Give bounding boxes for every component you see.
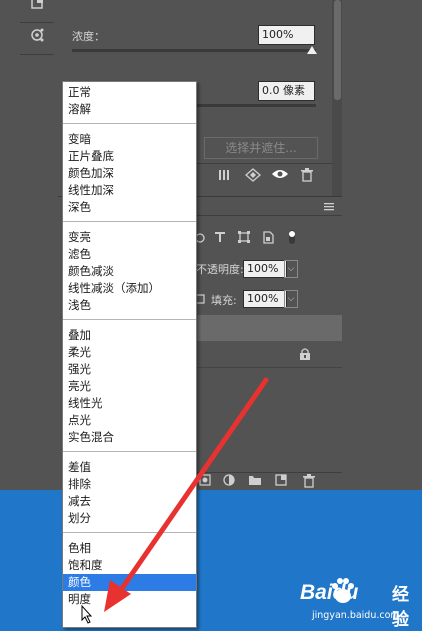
opacity-label: 不透明度: xyxy=(196,263,244,276)
right-panel-background xyxy=(342,0,422,490)
blend-mode-item[interactable]: 变亮 xyxy=(63,229,196,246)
blend-mode-item[interactable]: 实色混合 xyxy=(63,429,196,446)
trash-icon[interactable] xyxy=(298,168,316,188)
density-field[interactable]: 100% xyxy=(258,25,315,45)
feather-slider-track[interactable] xyxy=(196,104,316,107)
smartobject-icon[interactable] xyxy=(260,231,276,250)
baidu-watermark: Baidu 经验 jingyan.baidu.com xyxy=(300,577,422,631)
density-slider-track[interactable] xyxy=(72,49,316,52)
density-label: 浓度： xyxy=(72,30,105,43)
tool-icon[interactable] xyxy=(22,0,52,20)
blend-mode-item[interactable]: 强光 xyxy=(63,361,196,378)
blend-mode-item[interactable]: 正常 xyxy=(63,84,196,101)
menu-separator xyxy=(63,451,196,452)
chevron-down-icon[interactable]: ⌵ xyxy=(284,260,298,278)
toolbar-divider xyxy=(20,22,54,23)
blend-mode-item[interactable]: 颜色加深 xyxy=(63,165,196,182)
layer-row-selected[interactable] xyxy=(196,315,342,341)
blend-mode-item[interactable]: 滤色 xyxy=(63,246,196,263)
blend-mode-item[interactable]: 色相 xyxy=(63,540,196,557)
cursor-icon xyxy=(81,604,93,624)
menu-separator xyxy=(63,123,196,124)
left-toolbar xyxy=(0,0,59,490)
blend-mode-item[interactable]: 溶解 xyxy=(63,101,196,118)
panel-divider xyxy=(196,472,342,473)
properties-scroll-thumb[interactable] xyxy=(334,0,341,100)
chevron-down-icon[interactable]: ⌵ xyxy=(284,290,298,308)
opacity-field[interactable]: 100% xyxy=(243,260,287,278)
blend-mode-item[interactable]: 线性光 xyxy=(63,395,196,412)
baidu-logo-text: Baidu xyxy=(300,581,359,604)
blend-mode-item[interactable]: 线性加深 xyxy=(63,182,196,199)
blend-mode-item[interactable]: 颜色 xyxy=(63,574,196,591)
fill-label: 填充: xyxy=(211,294,237,307)
menu-separator xyxy=(63,532,196,533)
blend-mode-item[interactable]: 正片叠底 xyxy=(63,148,196,165)
apply-mask-icon[interactable] xyxy=(244,168,262,188)
blend-mode-item[interactable]: 浅色 xyxy=(63,297,196,314)
toggle-icon[interactable] xyxy=(286,229,298,251)
blend-mode-item[interactable]: 深色 xyxy=(63,199,196,216)
lock-icon[interactable] xyxy=(298,348,312,366)
watermark-url: jingyan.baidu.com xyxy=(312,610,400,621)
blend-mode-menu[interactable]: 正常 溶解变暗 正片叠底 颜色加深 线性加深 深色变亮 滤色 颜色减淡 线性减淡（添加） 浅色叠加… xyxy=(62,81,197,628)
blend-mode-item[interactable]: 减去 xyxy=(63,493,196,510)
visibility-icon[interactable] xyxy=(270,168,290,186)
layer-row[interactable] xyxy=(196,341,342,368)
transform-icon[interactable] xyxy=(236,231,252,249)
panel-divider xyxy=(196,215,342,216)
menu-separator xyxy=(63,319,196,320)
blend-mode-item[interactable]: 亮光 xyxy=(63,378,196,395)
density-slider-thumb[interactable] xyxy=(307,46,317,54)
blend-mode-item[interactable]: 划分 xyxy=(63,510,196,527)
content-aware-icon[interactable] xyxy=(22,26,52,52)
blend-mode-item[interactable]: 点光 xyxy=(63,412,196,429)
fill-field[interactable]: 100% xyxy=(243,290,287,308)
blend-mode-item[interactable]: 差值 xyxy=(63,459,196,476)
blend-mode-item[interactable]: 叠加 xyxy=(63,327,196,344)
type-icon[interactable] xyxy=(212,231,228,249)
panel-divider xyxy=(196,163,342,164)
blend-mode-item[interactable]: 柔光 xyxy=(63,344,196,361)
blend-mode-item[interactable]: 排除 xyxy=(63,476,196,493)
blend-mode-item[interactable]: 变暗 xyxy=(63,131,196,148)
menu-separator xyxy=(63,221,196,222)
blend-mode-item[interactable]: 线性减淡（添加） xyxy=(63,280,196,297)
select-and-mask-button[interactable]: 选择并遮住... xyxy=(204,137,318,159)
baidu-jingyan-text: 经验 xyxy=(392,585,409,630)
blend-mode-item[interactable]: 颜色减淡 xyxy=(63,263,196,280)
blend-mode-item[interactable]: 饱和度 xyxy=(63,557,196,574)
mask-icon[interactable] xyxy=(216,168,232,188)
feather-field[interactable]: 0.0 像素 xyxy=(258,81,315,101)
toolbar-divider xyxy=(20,54,54,55)
